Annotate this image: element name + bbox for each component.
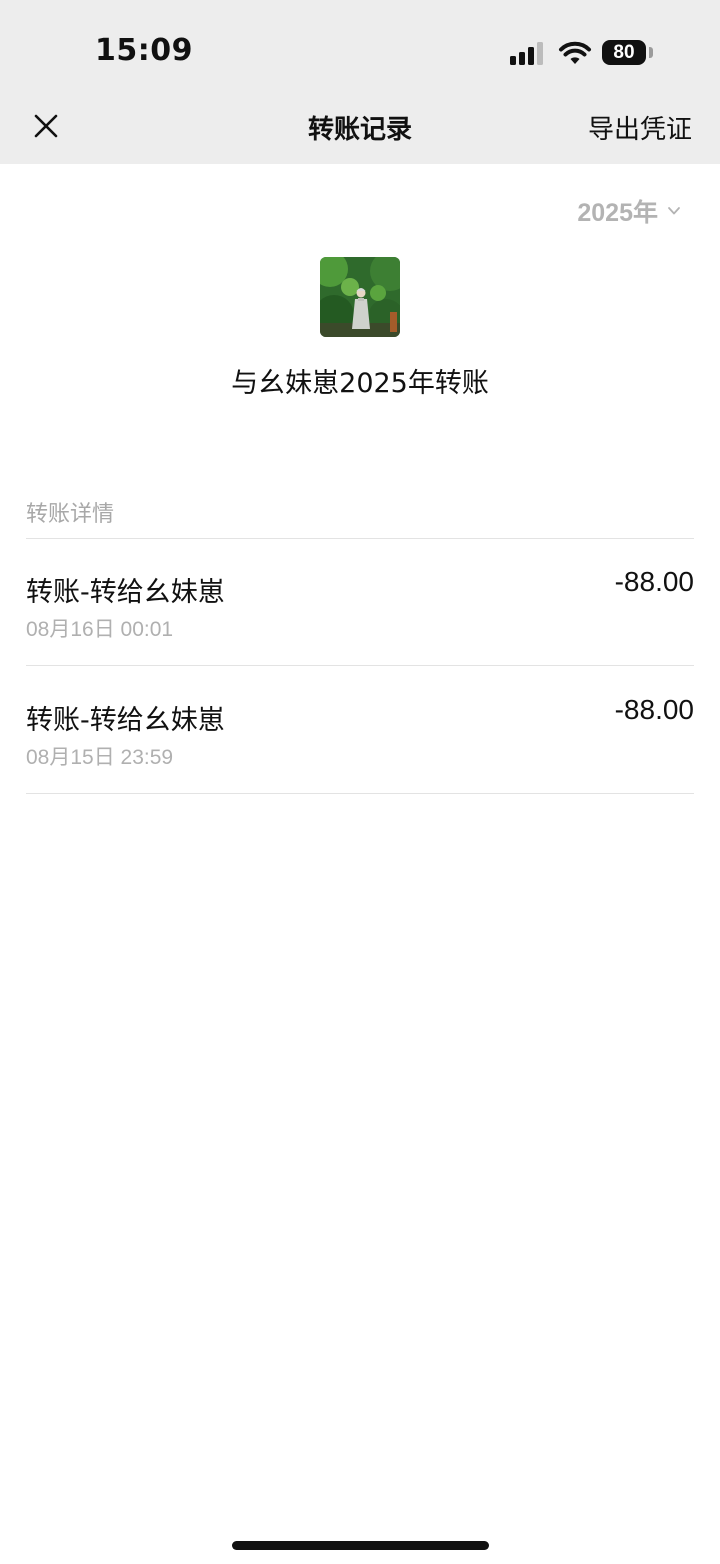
divider <box>26 793 694 794</box>
battery-icon: 80 <box>602 40 646 65</box>
transfer-summary-title: 与幺妹崽2025年转账 <box>231 368 489 399</box>
battery-level: 80 <box>613 42 635 63</box>
section-label: 转账详情 <box>26 502 115 527</box>
status-time: 15:09 <box>95 33 193 68</box>
year-dropdown[interactable]: 2025年 <box>577 193 682 229</box>
year-label: 2025年 <box>577 199 658 227</box>
transaction-row[interactable]: 转账-转给幺妹崽 08月16日 00:01 -88.00 <box>26 538 694 665</box>
wifi-icon <box>559 41 591 64</box>
transaction-amount: -88.00 <box>614 566 694 597</box>
cellular-signal-icon <box>510 41 546 65</box>
transaction-amount: -88.00 <box>614 694 694 725</box>
transaction-title: 转账-转给幺妹崽 <box>26 705 225 736</box>
chevron-down-icon <box>668 207 680 215</box>
transaction-row[interactable]: 转账-转给幺妹崽 08月15日 23:59 -88.00 <box>26 666 694 793</box>
contact-avatar <box>320 257 400 337</box>
transaction-date: 08月16日 00:01 <box>26 618 174 641</box>
export-voucher-button[interactable]: 导出凭证 <box>588 109 692 146</box>
transaction-date: 08月15日 23:59 <box>26 746 174 769</box>
top-bar: 15:09 80 转账记录 导出凭证 <box>0 0 720 164</box>
home-indicator[interactable] <box>232 1541 489 1550</box>
battery-tip <box>649 47 653 58</box>
transaction-title: 转账-转给幺妹崽 <box>26 577 225 608</box>
